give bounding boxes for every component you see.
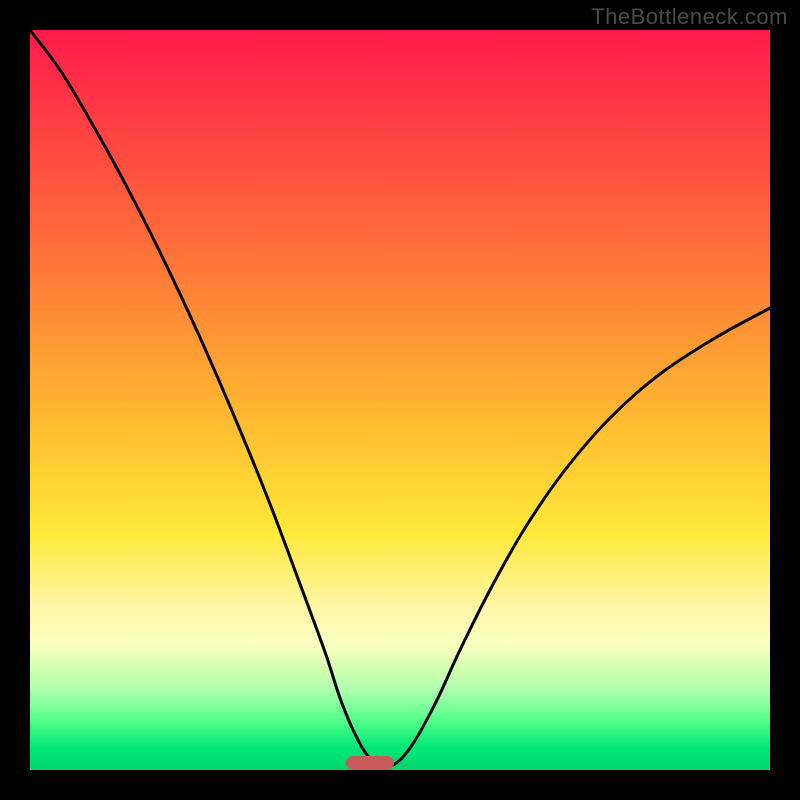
- watermark-text: TheBottleneck.com: [591, 4, 788, 30]
- curve-path: [30, 30, 770, 766]
- outer-frame: TheBottleneck.com: [0, 0, 800, 800]
- plot-area: [30, 30, 770, 770]
- bottleneck-curve: [30, 30, 770, 770]
- minimum-marker: [346, 756, 394, 770]
